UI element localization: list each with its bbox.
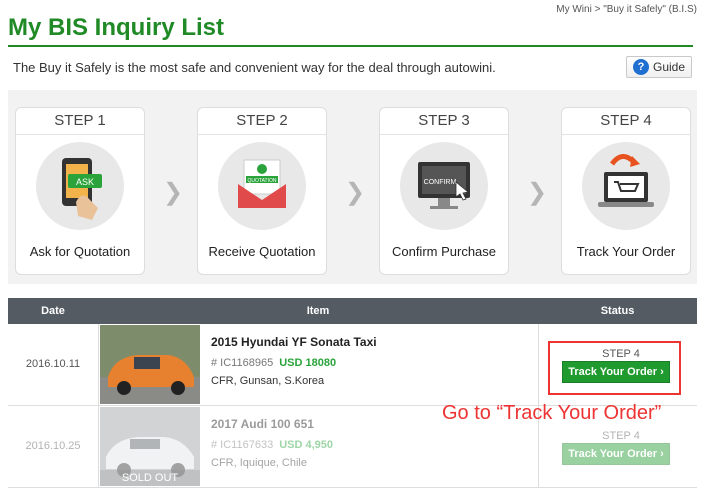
price: USD 4,950 [279, 439, 333, 451]
page-title: My BIS Inquiry List [8, 14, 225, 41]
ref-number: # IC1168965 [211, 357, 274, 369]
divider [98, 406, 99, 487]
item-ref: # IC1168965 USD 18080 [211, 357, 336, 369]
column-header-date: Date [41, 305, 65, 317]
step-4-card: STEP 4 Track Your Order [561, 107, 691, 275]
title-divider [8, 45, 693, 47]
divider [98, 324, 99, 405]
quotation-envelope-icon: QUOTATION [218, 142, 306, 230]
track-order-button[interactable]: Track Your Order › [562, 443, 670, 465]
step-number: STEP 4 [600, 112, 652, 129]
divider [198, 134, 326, 135]
divider [538, 324, 539, 405]
confirm-monitor-icon: CONFIRM [400, 142, 488, 230]
table-header: Date Item Status [8, 298, 697, 324]
car-thumbnail[interactable]: SOLD OUT [100, 407, 200, 486]
row-date: 2016.10.11 [25, 358, 81, 370]
svg-text:QUOTATION: QUOTATION [248, 178, 277, 184]
step-3-card: STEP 3 CONFIRM Confirm Purchase [379, 107, 509, 275]
cart-laptop-icon [582, 142, 670, 230]
item-location: CFR, Iquique, Chile [211, 457, 307, 469]
item-ref: # IC1167633 USD 4,950 [211, 439, 333, 451]
step-label: Confirm Purchase [391, 244, 497, 259]
step-label: Track Your Order [576, 244, 676, 259]
sold-out-badge: SOLD OUT [100, 470, 200, 486]
question-icon: ? [633, 59, 649, 75]
ask-tablet-icon: ASK [36, 142, 124, 230]
step-number: STEP 1 [54, 112, 106, 129]
svg-text:ASK: ASK [76, 177, 94, 187]
step-2-card: STEP 2 QUOTATION Receive Quotation [197, 107, 327, 275]
chevron-right-icon: ❯ [345, 179, 366, 206]
status-step: STEP 4 [602, 430, 640, 442]
step-label: Ask for Quotation [29, 244, 131, 259]
step-1-card: STEP 1 ASK Ask for Quotation [15, 107, 145, 275]
car-name[interactable]: 2017 Audi 100 651 [211, 417, 314, 431]
svg-text:CONFIRM: CONFIRM [424, 179, 457, 186]
annotation-text: Go to “Track Your Order” [442, 402, 662, 424]
guide-label: Guide [653, 60, 686, 74]
step-number: STEP 3 [418, 112, 470, 129]
divider [380, 134, 508, 135]
divider [562, 134, 690, 135]
step-label: Receive Quotation [208, 244, 316, 259]
step-number: STEP 2 [236, 112, 288, 129]
chevron-right-icon: ❯ [527, 179, 548, 206]
column-header-item: Item [306, 305, 330, 317]
ref-number: # IC1167633 [211, 439, 274, 451]
price: USD 18080 [279, 357, 337, 369]
breadcrumb: My Wini > "Buy it Safely" (B.I.S) [556, 4, 697, 15]
column-header-status: Status [600, 305, 635, 317]
guide-button[interactable]: ? Guide [626, 56, 692, 78]
divider [16, 134, 144, 135]
car-thumbnail[interactable] [100, 325, 200, 404]
car-name[interactable]: 2015 Hyundai YF Sonata Taxi [211, 335, 377, 349]
chevron-right-icon: ❯ [163, 179, 184, 206]
item-location: CFR, Gunsan, S.Korea [211, 375, 325, 387]
highlight-box [548, 341, 681, 395]
row-date: 2016.10.25 [25, 440, 81, 452]
intro-text: The Buy it Safely is the most safe and c… [13, 60, 496, 75]
